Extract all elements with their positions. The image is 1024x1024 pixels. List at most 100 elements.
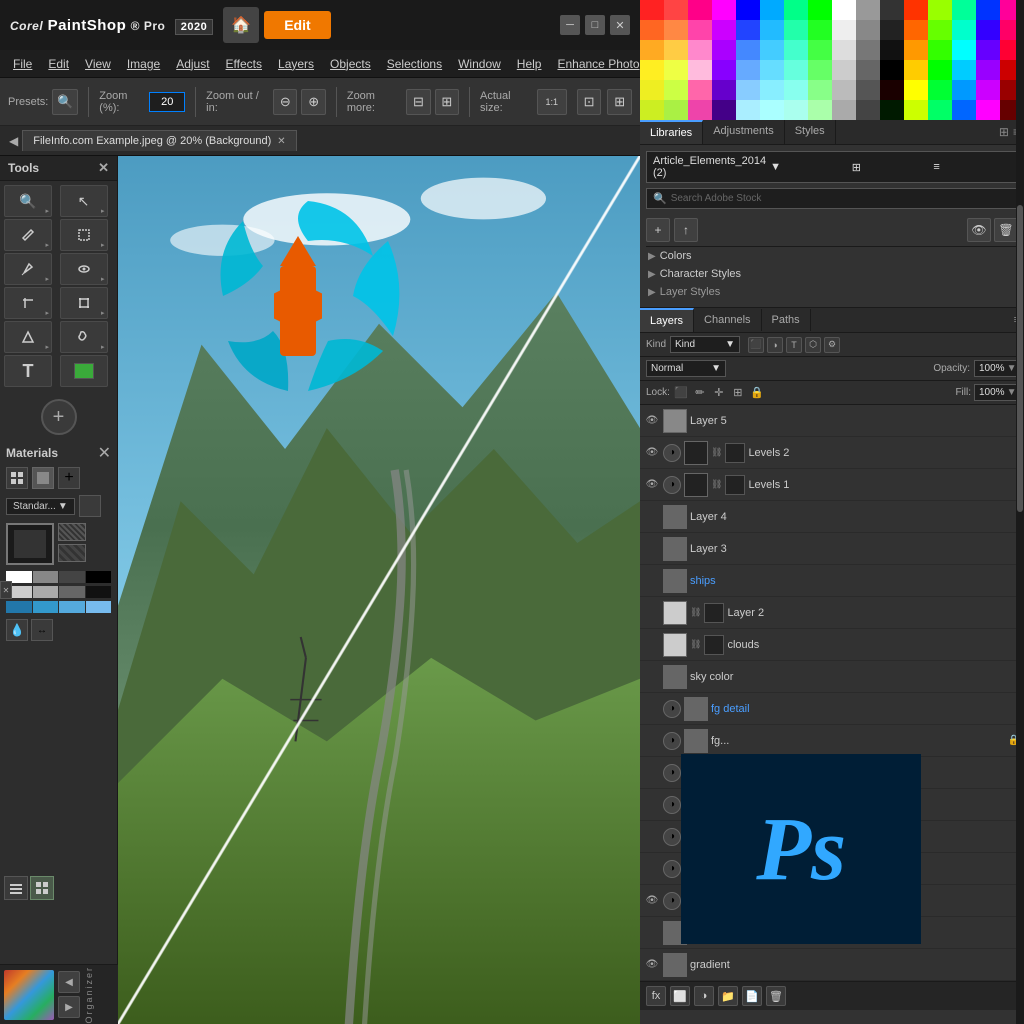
palette-cell-13-0[interactable] (952, 0, 976, 20)
palette-cell-13-5[interactable] (952, 100, 976, 120)
materials-swap-button[interactable] (79, 495, 101, 517)
layer-visibility-icon[interactable] (644, 605, 660, 621)
add-filter-button[interactable]: fx (646, 986, 666, 1006)
filter-pixel-icon[interactable]: ⬛ (748, 337, 764, 353)
panel-grid-icon[interactable]: ⊞ (999, 125, 1009, 139)
layer-visibility-icon[interactable] (644, 925, 660, 941)
palette-cell-5-5[interactable] (760, 100, 784, 120)
foreground-color-box[interactable] (6, 523, 54, 565)
layer-row[interactable]: Layer 3 (640, 533, 1024, 565)
palette-cell-6-1[interactable] (784, 20, 808, 40)
palette-cell-3-0[interactable] (712, 0, 736, 20)
palette-cell-0-2[interactable] (640, 40, 664, 60)
menu-layers[interactable]: Layers (270, 54, 322, 74)
psp-strip-btn-top[interactable]: ✕ (0, 581, 12, 599)
swatch-medgray[interactable] (33, 586, 59, 598)
palette-cell-11-1[interactable] (904, 20, 928, 40)
lib-item-colors[interactable]: ▶ Colors (646, 247, 1018, 265)
palette-cell-2-5[interactable] (688, 100, 712, 120)
psp-image-tab[interactable]: FileInfo.com Example.jpeg @ 20% (Backgro… (22, 130, 296, 151)
palette-cell-14-1[interactable] (976, 20, 1000, 40)
blend-mode-dropdown[interactable]: Normal ▼ (646, 360, 726, 377)
palette-cell-14-0[interactable] (976, 0, 1000, 20)
palette-cell-11-3[interactable] (904, 60, 928, 80)
palette-cell-9-4[interactable] (856, 80, 880, 100)
ps-scrollbar-thumb[interactable] (1017, 205, 1023, 512)
filter-text-icon[interactable]: T (786, 337, 802, 353)
swatch-black[interactable] (86, 571, 112, 583)
palette-cell-2-2[interactable] (688, 40, 712, 60)
palette-cell-5-0[interactable] (760, 0, 784, 20)
palette-cell-14-3[interactable] (976, 60, 1000, 80)
palette-cell-11-5[interactable] (904, 100, 928, 120)
psp-minimize-button[interactable]: ─ (560, 15, 580, 35)
add-layer-button[interactable]: 📄 (742, 986, 762, 1006)
palette-cell-3-5[interactable] (712, 100, 736, 120)
layer-visibility-icon[interactable] (644, 861, 660, 877)
palette-cell-10-5[interactable] (880, 100, 904, 120)
palette-cell-6-2[interactable] (784, 40, 808, 60)
palette-cell-8-3[interactable] (832, 60, 856, 80)
add-group-button[interactable]: 📁 (718, 986, 738, 1006)
palette-cell-7-5[interactable] (808, 100, 832, 120)
swatch-blue4[interactable] (86, 601, 112, 613)
tool-zoom[interactable]: 🔍▸ (4, 185, 52, 217)
palette-cell-2-0[interactable] (688, 0, 712, 20)
palette-cell-14-2[interactable] (976, 40, 1000, 60)
psp-close-button[interactable]: ✕ (610, 15, 630, 35)
palette-cell-8-5[interactable] (832, 100, 856, 120)
menu-edit[interactable]: Edit (40, 54, 77, 74)
presets-dropdown[interactable]: 🔍 (52, 89, 78, 115)
psp-overview-button[interactable] (30, 876, 54, 900)
layer-visibility-icon[interactable] (644, 797, 660, 813)
palette-cell-0-0[interactable] (640, 0, 664, 20)
layer-row[interactable]: 👁◑⛓Levels 1 (640, 469, 1024, 501)
palette-cell-7-1[interactable] (808, 20, 832, 40)
materials-close-button[interactable]: ✕ (98, 443, 111, 463)
menu-adjust[interactable]: Adjust (168, 54, 217, 74)
tab-layers[interactable]: Layers (640, 308, 694, 332)
palette-cell-1-5[interactable] (664, 100, 688, 120)
menu-enhance-photo[interactable]: Enhance Photo (549, 54, 640, 74)
add-mask-button[interactable]: ⬜ (670, 986, 690, 1006)
layer-visibility-icon[interactable] (644, 509, 660, 525)
palette-cell-3-3[interactable] (712, 60, 736, 80)
palette-cell-14-4[interactable] (976, 80, 1000, 100)
palette-cell-9-0[interactable] (856, 0, 880, 20)
palette-cell-11-4[interactable] (904, 80, 928, 100)
palette-cell-6-5[interactable] (784, 100, 808, 120)
psp-maximize-button[interactable]: □ (585, 15, 605, 35)
palette-cell-4-2[interactable] (736, 40, 760, 60)
palette-cell-14-5[interactable] (976, 100, 1000, 120)
pattern-box-1[interactable] (58, 523, 86, 541)
palette-cell-6-4[interactable] (784, 80, 808, 100)
palette-cell-8-0[interactable] (832, 0, 856, 20)
palette-cell-4-5[interactable] (736, 100, 760, 120)
palette-cell-12-1[interactable] (928, 20, 952, 40)
palette-cell-1-3[interactable] (664, 60, 688, 80)
palette-cell-2-4[interactable] (688, 80, 712, 100)
palette-cell-8-4[interactable] (832, 80, 856, 100)
palette-cell-1-2[interactable] (664, 40, 688, 60)
palette-cell-12-3[interactable] (928, 60, 952, 80)
palette-cell-6-0[interactable] (784, 0, 808, 20)
psp-edit-button[interactable]: Edit (264, 11, 330, 39)
organizer-btn-1[interactable]: ◀ (58, 971, 80, 993)
layer-visibility-icon[interactable] (644, 829, 660, 845)
layer-row[interactable]: ⛓clouds (640, 629, 1024, 661)
psp-layers-view-button[interactable] (4, 876, 28, 900)
ps-library-dropdown[interactable]: Article_Elements_2014 (2) ▼ ⊞ ≡ (646, 151, 1018, 183)
swatch-darkgray[interactable] (59, 586, 85, 598)
palette-cell-9-5[interactable] (856, 100, 880, 120)
palette-cell-13-4[interactable] (952, 80, 976, 100)
palette-cell-10-4[interactable] (880, 80, 904, 100)
palette-cell-0-5[interactable] (640, 100, 664, 120)
tab-styles[interactable]: Styles (785, 120, 836, 144)
delete-layer-button[interactable]: 🗑 (766, 986, 786, 1006)
palette-cell-1-1[interactable] (664, 20, 688, 40)
lib-eye-button[interactable]: 👁 (967, 218, 991, 242)
palette-cell-6-3[interactable] (784, 60, 808, 80)
palette-cell-12-4[interactable] (928, 80, 952, 100)
palette-cell-4-1[interactable] (736, 20, 760, 40)
material-grid-icon[interactable] (6, 467, 28, 489)
